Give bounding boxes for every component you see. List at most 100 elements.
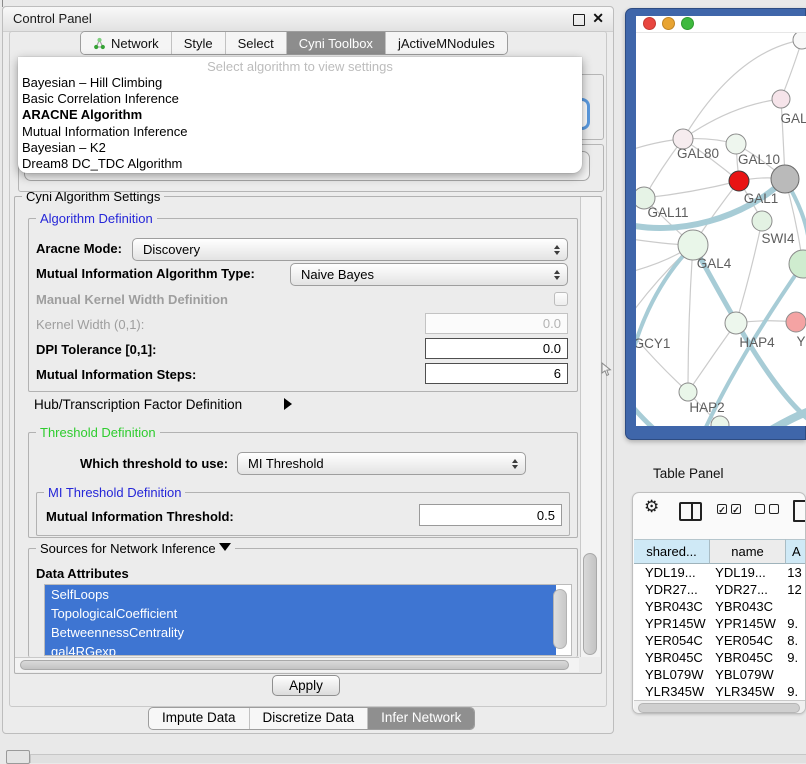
float-window-icon[interactable] <box>573 14 585 26</box>
network-node-hap4[interactable] <box>725 312 747 334</box>
tab-select[interactable]: Select <box>226 32 287 54</box>
bottom-tab-discretize-data[interactable]: Discretize Data <box>250 708 369 729</box>
table-cell: YBR043C <box>634 598 709 615</box>
network-view-window: GALGAL80GAL10GAL1SWI4GAL11GAL4GCY1HAP4YH… <box>625 8 806 440</box>
table-row[interactable]: YDL19...YDL19...13 <box>634 564 806 581</box>
bottom-tab-bar: Impute DataDiscretize DataInfer Network <box>148 707 475 730</box>
select-all-checkboxes-icon[interactable]: ✓✓ <box>717 504 741 514</box>
tab-label: Network <box>111 33 159 54</box>
network-node-y[interactable] <box>786 312 806 332</box>
mouse-cursor <box>601 362 612 377</box>
kernel-width-field: 0.0 <box>425 313 568 334</box>
tab-cyni-toolbox[interactable]: Cyni Toolbox <box>287 32 386 54</box>
network-node-gal[interactable] <box>772 90 790 108</box>
algorithm-item-bayesian-k2[interactable]: Bayesian – K2 <box>18 140 582 156</box>
table-row[interactable]: YBL079WYBL079W <box>634 666 806 683</box>
table-scrollbar-thumb[interactable] <box>638 703 800 713</box>
mi-threshold-label: Mutual Information Threshold: <box>46 509 234 524</box>
table-cell: YBR045C <box>709 649 784 666</box>
table-row[interactable]: YBR043CYBR043C <box>634 598 806 615</box>
attribute-item-selfloops[interactable]: SelfLoops <box>45 585 556 604</box>
table-row[interactable]: YLR345WYLR345W9. <box>634 683 806 700</box>
list-scrollbar-thumb[interactable] <box>553 589 567 649</box>
table-cell: YPR145W <box>709 615 784 632</box>
apply-button[interactable]: Apply <box>272 675 340 696</box>
table-cell: YBR043C <box>709 598 784 615</box>
algorithm-item-aracne-algorithm[interactable]: ARACNE Algorithm <box>18 107 582 123</box>
bottom-tab-infer-network[interactable]: Infer Network <box>368 708 474 729</box>
network-node[interactable] <box>789 250 806 278</box>
horizontal-scrollbar-thumb[interactable] <box>20 660 569 670</box>
table-row[interactable]: YBR045CYBR045C9. <box>634 649 806 666</box>
gear-icon[interactable]: ⚙ <box>644 497 659 517</box>
tab-jactivemnodules[interactable]: jActiveMNodules <box>386 32 507 54</box>
collapse-down-icon[interactable] <box>219 543 231 551</box>
network-icon <box>93 37 106 50</box>
bottom-tab-impute-data[interactable]: Impute Data <box>149 708 250 729</box>
dpi-tolerance-field[interactable]: 0.0 <box>425 338 568 359</box>
network-node-gal10[interactable] <box>726 134 746 154</box>
aracne-mode-value: Discovery <box>133 242 200 257</box>
horizontal-scrollbar[interactable] <box>15 657 579 672</box>
network-node-hap2[interactable] <box>679 383 697 401</box>
sources-title: Sources for Network Inference <box>36 541 235 556</box>
tab-style[interactable]: Style <box>172 32 226 54</box>
new-table-icon[interactable] <box>793 500 806 522</box>
network-node[interactable] <box>771 165 799 193</box>
table-cell: YLR345W <box>634 683 709 700</box>
control-panel-titlebar: Control Panel ✕ <box>3 7 613 32</box>
node-label-gal10: GAL10 <box>738 152 780 167</box>
network-node-gal1[interactable] <box>729 171 749 191</box>
attribute-item-betweennesscentrality[interactable]: BetweennessCentrality <box>45 623 556 642</box>
tab-label: Select <box>238 33 274 54</box>
table-row[interactable]: YDR27...YDR27...12 <box>634 581 806 598</box>
table-row[interactable]: YPR145WYPR145W9. <box>634 615 806 632</box>
mac-close-icon[interactable] <box>643 17 656 30</box>
vertical-scrollbar[interactable] <box>580 197 600 657</box>
deselect-all-checkboxes-icon[interactable] <box>755 504 779 514</box>
columns-icon[interactable] <box>679 502 702 521</box>
attribute-item-topologicalcoefficient[interactable]: TopologicalCoefficient <box>45 604 556 623</box>
table-row[interactable]: YER054CYER054C8. <box>634 632 806 649</box>
algorithm-item-dream8-dc-tdc-algorithm[interactable]: Dream8 DC_TDC Algorithm <box>18 156 582 172</box>
network-node-swi4[interactable] <box>752 211 772 231</box>
table-cell: YBR045C <box>634 649 709 666</box>
network-node[interactable] <box>793 32 806 49</box>
algorithm-item-basic-correlation-inference[interactable]: Basic Correlation Inference <box>18 91 582 107</box>
table-cell: YER054C <box>709 632 784 649</box>
table-horizontal-scrollbar[interactable] <box>634 700 806 713</box>
mac-zoom-icon[interactable] <box>681 17 694 30</box>
network-graph[interactable]: GALGAL80GAL10GAL1SWI4GAL11GAL4GCY1HAP4YH… <box>636 32 806 426</box>
mi-steps-field[interactable]: 6 <box>425 363 568 384</box>
which-threshold-value: MI Threshold <box>238 456 324 471</box>
tab-network[interactable]: Network <box>81 32 172 54</box>
network-node[interactable] <box>711 416 729 426</box>
node-label-hap4: HAP4 <box>739 335 775 350</box>
attribute-item-gal4rgexp[interactable]: gal4RGexp <box>45 642 556 656</box>
data-attributes-list[interactable]: SelfLoopsTopologicalCoefficientBetweenne… <box>44 584 572 656</box>
mac-minimize-icon[interactable] <box>662 17 675 30</box>
threshold-definition-title: Threshold Definition <box>36 425 160 440</box>
table-cell: YLR345W <box>709 683 784 700</box>
algorithm-item-bayesian-hill-climbing[interactable]: Bayesian – Hill Climbing <box>18 75 582 91</box>
manual-kernel-checkbox[interactable] <box>554 292 568 306</box>
algorithm-item-mutual-information-inference[interactable]: Mutual Information Inference <box>18 124 582 140</box>
tab-bar: Network Style Select Cyni Toolbox jActiveMNo… <box>80 31 508 55</box>
column-header-shared[interactable]: shared... <box>634 539 710 564</box>
which-threshold-select[interactable]: MI Threshold <box>237 452 526 475</box>
table-cell <box>784 598 806 615</box>
stepper-arrows-icon <box>512 459 518 469</box>
column-header-name[interactable]: name <box>710 539 786 564</box>
close-icon[interactable]: ✕ <box>592 10 604 27</box>
column-header-a[interactable]: A <box>786 539 806 564</box>
mi-threshold-value: 0.5 <box>537 508 555 523</box>
expand-right-icon[interactable] <box>284 398 292 410</box>
mi-threshold-field[interactable]: 0.5 <box>419 504 562 526</box>
mi-type-select[interactable]: Naive Bayes <box>290 263 568 286</box>
tab-label: Style <box>184 33 213 54</box>
network-canvas[interactable]: GALGAL80GAL10GAL1SWI4GAL11GAL4GCY1HAP4YH… <box>636 16 806 426</box>
aracne-mode-select[interactable]: Discovery <box>132 238 568 261</box>
tab-label: jActiveMNodules <box>398 33 495 54</box>
vertical-scrollbar-thumb[interactable] <box>583 553 597 655</box>
dpi-tolerance-label: DPI Tolerance [0,1]: <box>36 342 156 357</box>
